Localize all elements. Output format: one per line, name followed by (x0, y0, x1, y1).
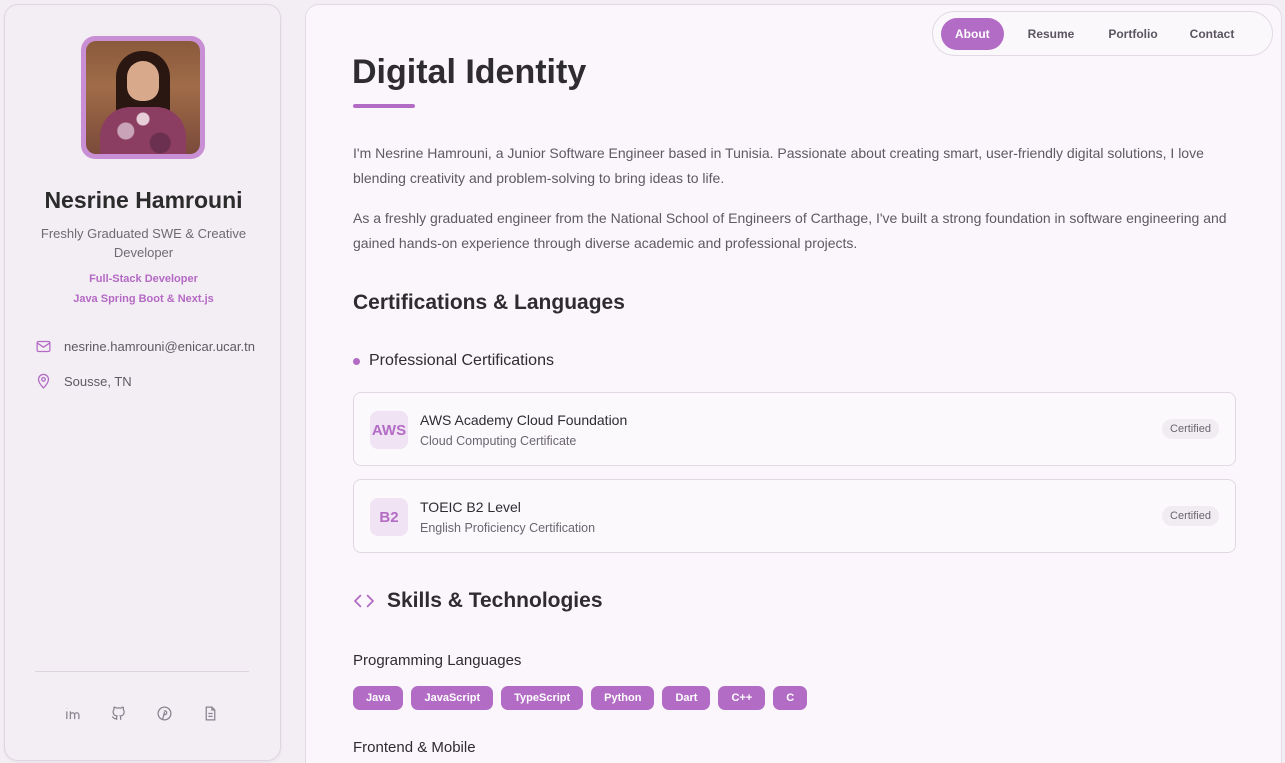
page-title: Digital Identity (352, 53, 587, 91)
top-nav: About Resume Portfolio Contact (932, 11, 1273, 56)
avatar (81, 36, 205, 159)
tab-contact[interactable]: Contact (1176, 18, 1249, 50)
about-paragraph-1: I'm Nesrine Hamrouni, a Junior Software … (353, 145, 1204, 186)
status-badge: Certified (1162, 506, 1219, 526)
profile-role-secondary: Java Spring Boot & Next.js (73, 293, 214, 305)
mail-icon (36, 340, 51, 353)
cert-badge: AWS (370, 411, 408, 449)
skill-tag: Dart (662, 686, 711, 710)
certifications-heading: Certifications & Languages (353, 291, 625, 314)
profile-name: Nesrine Hamrouni (44, 187, 243, 213)
tab-resume[interactable]: Resume (1014, 18, 1089, 50)
skill-tag: TypeScript (501, 686, 584, 710)
cert-card-toeic: B2 TOEIC B2 Level English Proficiency Ce… (353, 479, 1236, 553)
skill-tag: C++ (718, 686, 766, 710)
cert-subtitle: Cloud Computing Certificate (420, 434, 577, 448)
code-icon (354, 594, 374, 608)
email-text: nesrine.hamrouni@enicar.ucar.tn (64, 339, 255, 354)
tab-about[interactable]: About (941, 17, 1004, 50)
location-text: Sousse, TN (64, 374, 132, 389)
cert-name: AWS Academy Cloud Foundation (420, 412, 628, 428)
about-paragraph-2: As a freshly graduated engineer from the… (353, 210, 1227, 251)
contact-location: Sousse, TN (35, 373, 132, 390)
cert-card-aws: AWS AWS Academy Cloud Foundation Cloud C… (353, 392, 1236, 466)
status-badge: Certified (1162, 419, 1219, 439)
skill-group-programming-languages: Programming Languages (353, 652, 522, 669)
bullet-dot (353, 357, 360, 365)
skill-tag: JavaScript (411, 686, 494, 710)
github-icon[interactable] (109, 704, 127, 722)
cert-subtitle: English Proficiency Certification (420, 521, 596, 535)
profile-role-primary: Full-Stack Developer (89, 273, 198, 285)
cert-badge: B2 (370, 498, 408, 536)
contact-email[interactable]: nesrine.hamrouni@enicar.ucar.tn (35, 338, 255, 355)
skill-tag: Python (591, 686, 655, 710)
profile-sidebar: Nesrine Hamrouni Freshly Graduated SWE &… (4, 4, 281, 761)
skill-tag: Java (353, 686, 404, 710)
programming-languages-tags: Java JavaScript TypeScript Python Dart C… (353, 686, 808, 710)
skills-heading-label: Skills & Technologies (387, 589, 603, 612)
main-content: About Resume Portfolio Contact Digital I… (305, 4, 1282, 763)
cert-name: TOEIC B2 Level (420, 499, 521, 515)
skills-heading: Skills & Technologies (353, 589, 603, 613)
skill-tag: C (773, 686, 808, 710)
title-underline (353, 104, 415, 108)
document-icon[interactable] (201, 704, 219, 722)
skill-group-frontend-mobile: Frontend & Mobile (353, 739, 476, 756)
pinterest-icon[interactable] (155, 704, 173, 722)
linkedin-icon[interactable] (63, 704, 81, 722)
tab-portfolio[interactable]: Portfolio (1094, 18, 1171, 50)
social-links (63, 704, 219, 722)
subheading-label: Professional Certifications (369, 352, 554, 369)
location-pin-icon (37, 373, 50, 389)
profile-title: Freshly Graduated SWE & Creative Develop… (40, 226, 247, 260)
profile-photo (86, 41, 200, 154)
sidebar-divider (35, 671, 249, 672)
professional-certifications-heading: Professional Certifications (353, 352, 554, 370)
